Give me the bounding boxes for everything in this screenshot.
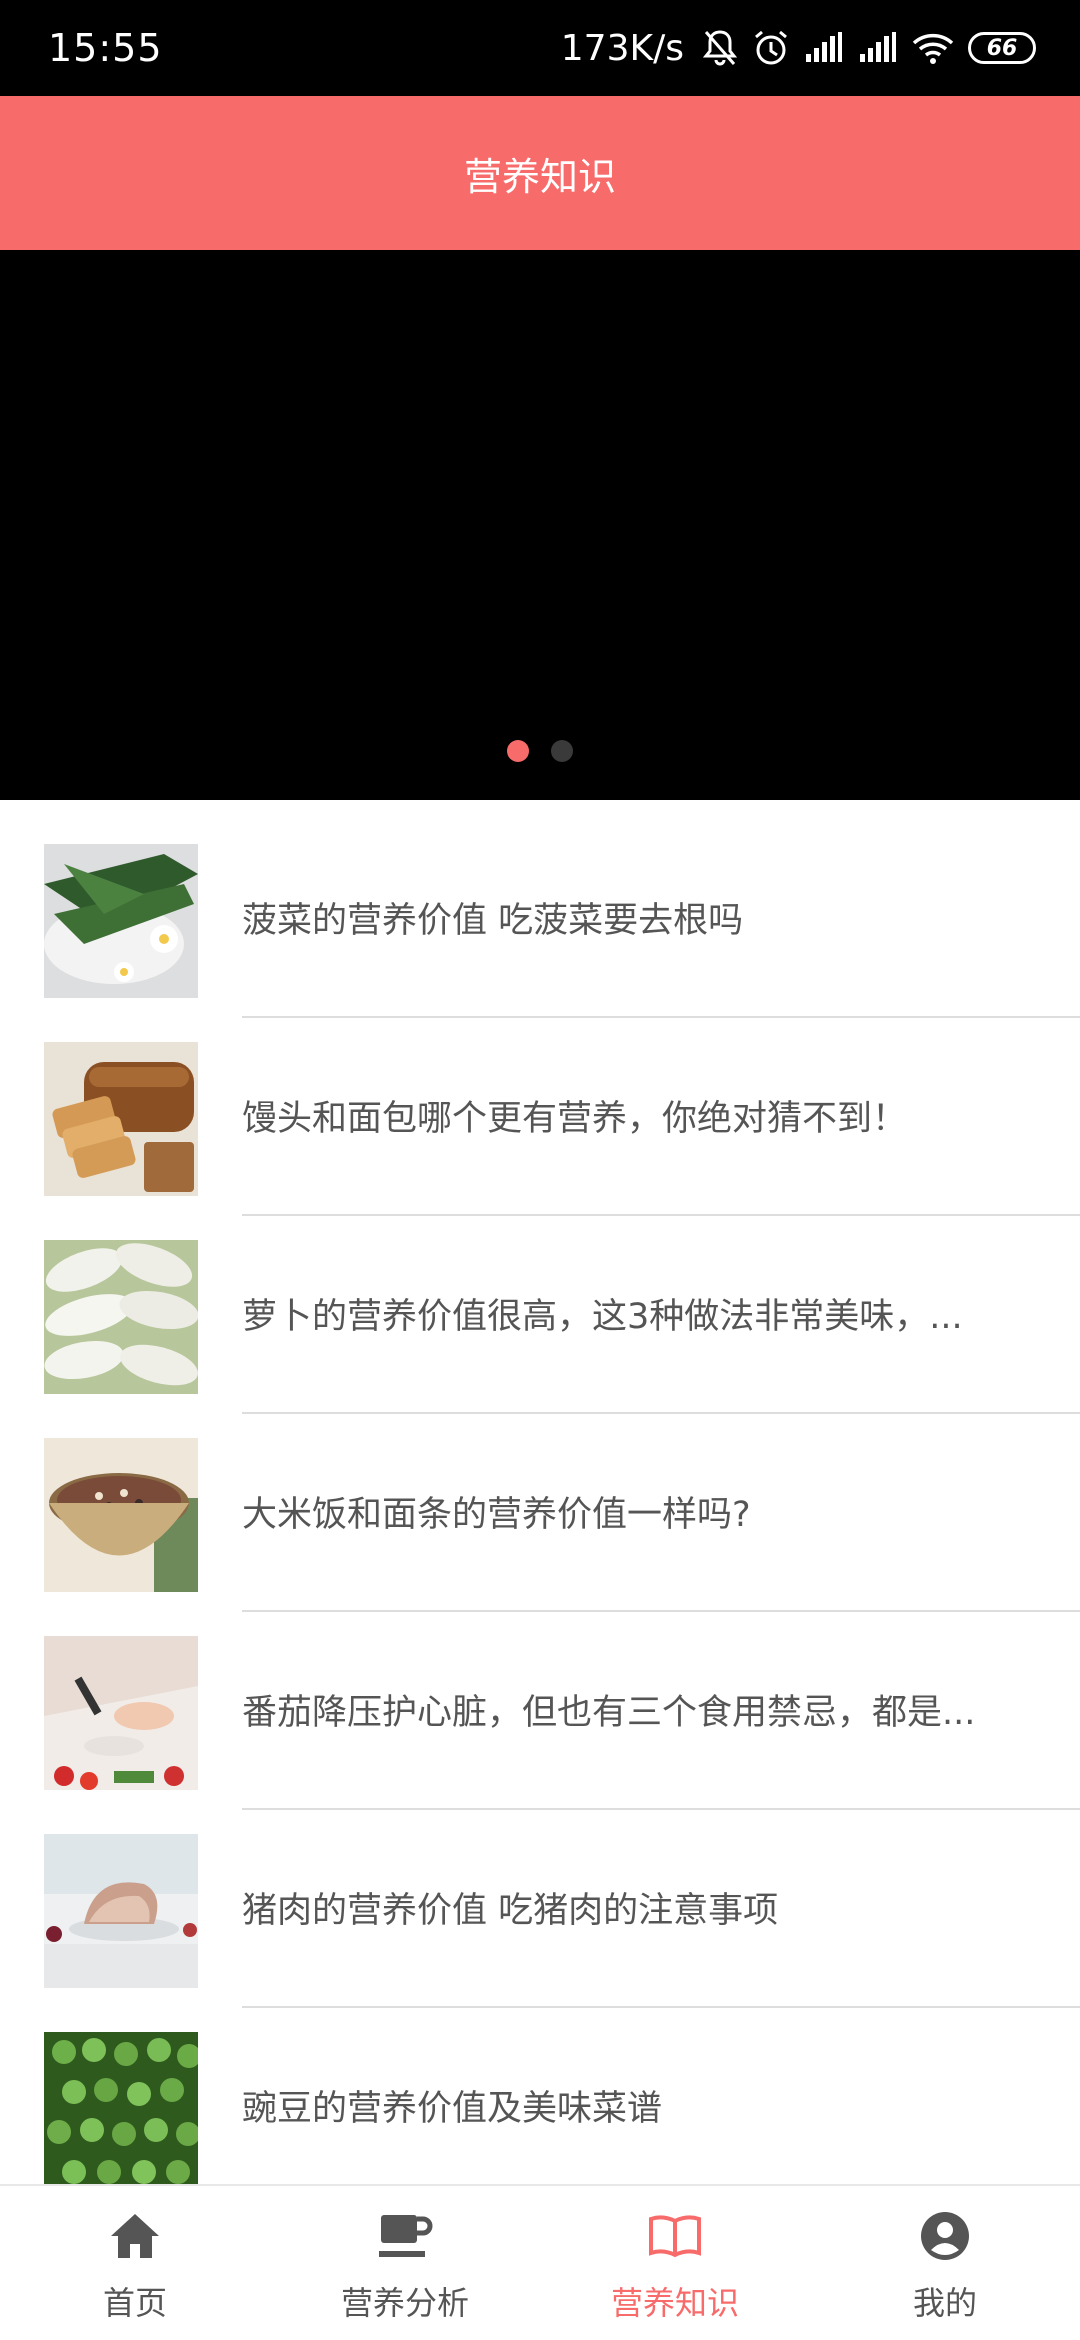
list-item[interactable]: 菠菜的营养价值 吃菠菜要去根吗 xyxy=(0,800,1080,1018)
carousel-indicator xyxy=(0,740,1080,762)
article-title: 豌豆的营养价值及美味菜谱 xyxy=(242,2089,663,2129)
article-title: 萝卜的营养价值很高，这3种做法非常美味，... xyxy=(242,1297,963,1337)
open-book-icon xyxy=(647,2208,703,2264)
list-item[interactable]: 萝卜的营养价值很高，这3种做法非常美味，... xyxy=(0,1196,1080,1414)
article-title: 菠菜的营养价值 吃菠菜要去根吗 xyxy=(242,901,744,941)
battery-level: 66 xyxy=(986,35,1018,61)
list-item[interactable]: 大米饭和面条的营养价值一样吗? xyxy=(0,1394,1080,1612)
list-item[interactable]: 馒头和面包哪个更有营养，你绝对猜不到！ xyxy=(0,998,1080,1216)
nav-mine-label: 我的 xyxy=(912,2284,977,2322)
page-title: 营养知识 xyxy=(463,154,616,199)
alarm-icon xyxy=(752,28,790,68)
nav-analysis[interactable]: 营养分析 xyxy=(270,2186,540,2340)
status-icons: 173K/s 66 xyxy=(561,24,1036,72)
status-bar: 15:55 173K/s 66 xyxy=(0,0,1080,96)
article-title: 大米饭和面条的营养价值一样吗? xyxy=(242,1495,751,1535)
bottom-nav: 首页 营养分析 营养知识 我的 xyxy=(0,2184,1080,2340)
carousel-dot-2[interactable] xyxy=(551,740,573,762)
coffee-cup-icon xyxy=(377,2208,433,2264)
battery-icon: 66 xyxy=(968,32,1036,64)
article-thumbnail-tomato xyxy=(44,1636,198,1790)
article-thumbnail-bread xyxy=(44,1042,198,1196)
nav-home[interactable]: 首页 xyxy=(0,2186,270,2340)
article-thumbnail-radish xyxy=(44,1240,198,1394)
list-item[interactable]: 猪肉的营养价值 吃猪肉的注意事项 xyxy=(0,1790,1080,2008)
nav-knowledge-label: 营养知识 xyxy=(610,2284,739,2322)
home-icon xyxy=(107,2208,163,2264)
nav-analysis-label: 营养分析 xyxy=(340,2284,469,2322)
bell-off-icon xyxy=(702,28,738,68)
article-thumbnail-peas xyxy=(44,2032,198,2184)
wifi-icon xyxy=(912,31,954,65)
carousel-dot-1[interactable] xyxy=(507,740,529,762)
banner-carousel[interactable] xyxy=(0,250,1080,800)
nav-knowledge[interactable]: 营养知识 xyxy=(540,2186,810,2340)
nav-mine[interactable]: 我的 xyxy=(810,2186,1080,2340)
status-time: 15:55 xyxy=(48,26,163,70)
app-header: 营养知识 xyxy=(0,96,1080,250)
article-title: 馒头和面包哪个更有营养，你绝对猜不到！ xyxy=(242,1099,908,1139)
article-thumbnail-spinach xyxy=(44,844,198,998)
article-title: 猪肉的营养价值 吃猪肉的注意事项 xyxy=(242,1891,779,1931)
article-thumbnail-rice-bowl xyxy=(44,1438,198,1592)
net-speed: 173K/s xyxy=(560,27,684,69)
signal-icon xyxy=(858,32,898,64)
article-title: 番茄降压护心脏，但也有三个食用禁忌，都是... xyxy=(242,1693,976,1733)
article-thumbnail-pork xyxy=(44,1834,198,1988)
signal-icon xyxy=(804,32,844,64)
user-circle-icon xyxy=(917,2208,973,2264)
nav-home-label: 首页 xyxy=(102,2284,167,2322)
article-list[interactable]: 菠菜的营养价值 吃菠菜要去根吗 馒头和面包哪个更有营养，你绝对猜不到！ 萝卜的营… xyxy=(0,800,1080,2184)
list-item[interactable]: 豌豆的营养价值及美味菜谱 xyxy=(0,1988,1080,2184)
list-item[interactable]: 番茄降压护心脏，但也有三个食用禁忌，都是... xyxy=(0,1592,1080,1810)
